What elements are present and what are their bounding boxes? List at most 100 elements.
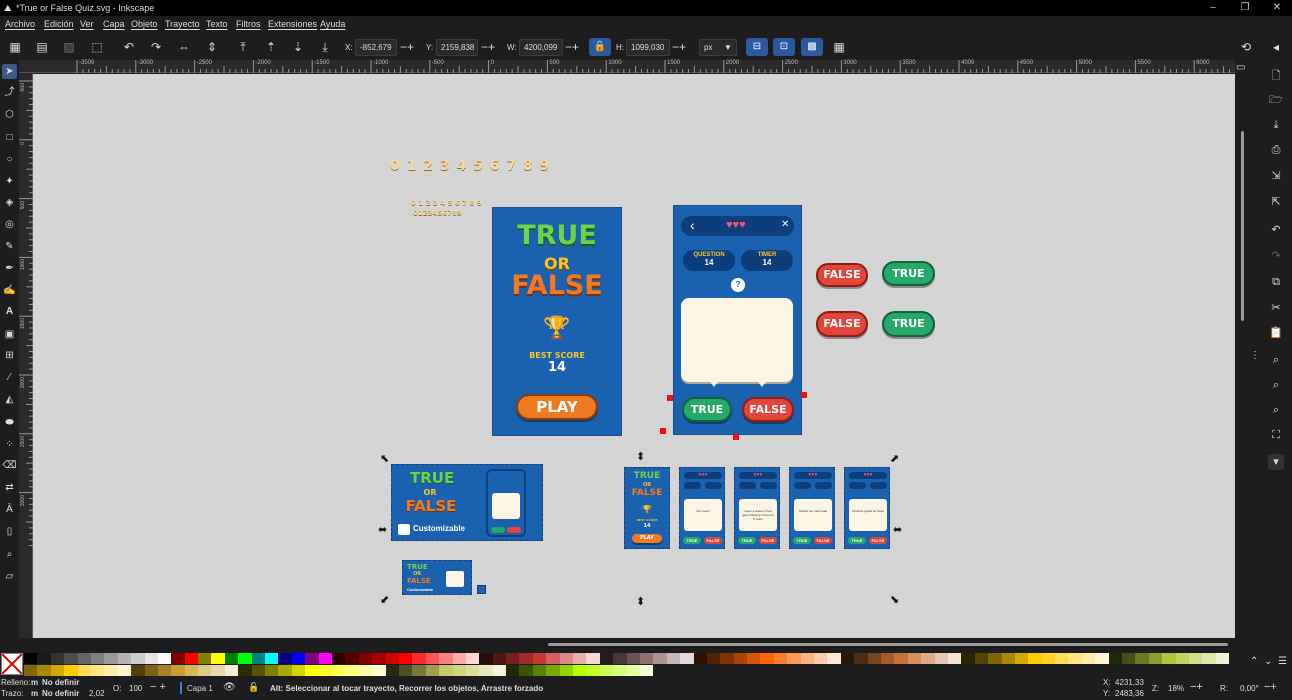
color-swatch[interactable] xyxy=(760,653,774,664)
color-swatch[interactable] xyxy=(934,653,948,664)
color-swatch[interactable] xyxy=(506,653,520,664)
color-swatch[interactable] xyxy=(961,653,975,664)
title-screen-artboard[interactable]: TRUE OR FALSE 🏆 BEST SCORE 14 PLAY xyxy=(492,207,622,436)
color-swatch[interactable] xyxy=(157,665,172,676)
color-swatch[interactable] xyxy=(573,653,587,664)
color-swatch[interactable] xyxy=(171,653,185,664)
color-swatch[interactable] xyxy=(1028,653,1042,664)
color-swatch[interactable] xyxy=(251,665,266,676)
scale-handle-se[interactable]: ⬊ xyxy=(890,593,899,606)
thumb-title[interactable]: TRUE OR FALSE 🏆 BEST SCORE 14 PLAY xyxy=(624,467,670,549)
color-swatch[interactable] xyxy=(947,653,962,664)
color-swatch[interactable] xyxy=(37,665,51,676)
color-swatch[interactable] xyxy=(171,665,185,676)
color-swatch[interactable] xyxy=(733,653,748,664)
more-commands-icon[interactable]: ▾ xyxy=(1268,454,1284,470)
color-swatch[interactable] xyxy=(24,665,38,676)
color-swatch[interactable] xyxy=(104,665,118,676)
lock-ratio-icon[interactable]: 🔒 xyxy=(589,38,611,56)
scale-handle-s[interactable]: ⬍ xyxy=(636,595,645,608)
stroke-value[interactable]: No definir xyxy=(42,689,79,698)
spray-tool-icon[interactable]: ⁘ xyxy=(2,437,17,452)
cut-icon[interactable]: ✂ xyxy=(1268,300,1284,316)
color-swatch[interactable] xyxy=(1175,653,1189,664)
flip-vertical-icon[interactable]: ⇕ xyxy=(203,38,221,56)
color-swatch[interactable] xyxy=(117,665,132,676)
color-swatch[interactable] xyxy=(1001,653,1015,664)
color-swatch[interactable] xyxy=(974,653,989,664)
color-swatch[interactable] xyxy=(720,653,734,664)
color-swatch[interactable] xyxy=(559,665,574,676)
color-swatch[interactable] xyxy=(506,665,520,676)
menu-texto[interactable]: Texto xyxy=(206,19,228,29)
color-swatch[interactable] xyxy=(238,653,252,664)
zoom-fit-icon[interactable]: ⛶ xyxy=(1268,427,1284,443)
maximize-icon[interactable]: ❐ xyxy=(1230,0,1260,16)
color-swatch[interactable] xyxy=(184,665,199,676)
palette-menu-icon[interactable]: ⌄ xyxy=(1264,656,1272,667)
dock-grip-icon[interactable]: ⋮ xyxy=(1250,350,1260,361)
zoom-tool-icon[interactable]: ⌕ xyxy=(2,547,17,562)
color-swatch[interactable] xyxy=(1108,653,1123,664)
digits-large[interactable]: 0 1 2 3 4 5 6 7 8 9 xyxy=(390,158,550,174)
color-swatch[interactable] xyxy=(331,665,346,676)
color-swatch[interactable] xyxy=(305,653,319,664)
select-all-layers-icon[interactable]: ▤ xyxy=(33,38,51,56)
color-swatch[interactable] xyxy=(238,665,252,676)
rectangle-tool-icon[interactable]: □ xyxy=(2,130,17,145)
new-document-icon[interactable]: 🗋 xyxy=(1268,68,1284,84)
color-swatch[interactable] xyxy=(492,653,507,664)
color-swatch[interactable] xyxy=(131,665,145,676)
color-swatch[interactable] xyxy=(613,653,627,664)
false-button-1[interactable]: FALSE xyxy=(816,263,868,287)
color-swatch[interactable] xyxy=(492,665,507,676)
digits-small-2[interactable]: 0123456789 xyxy=(413,209,462,217)
h-stepper[interactable]: −+ xyxy=(672,39,686,55)
color-swatch[interactable] xyxy=(398,665,413,676)
color-swatch[interactable] xyxy=(144,665,158,676)
touch-select-icon[interactable]: ⬚ xyxy=(88,38,106,56)
color-swatch[interactable] xyxy=(385,665,399,676)
eraser-tool-icon[interactable]: ⌫ xyxy=(2,458,17,473)
color-swatch[interactable] xyxy=(854,653,868,664)
minimize-icon[interactable]: ‒ xyxy=(1198,0,1228,16)
pages-tool-icon[interactable]: ▯ xyxy=(2,524,17,539)
lower-icon[interactable]: ⇣ xyxy=(289,38,307,56)
color-swatch[interactable] xyxy=(653,653,667,664)
scale-handle-n[interactable]: ⬍ xyxy=(636,450,645,463)
color-swatch[interactable] xyxy=(773,653,788,664)
color-swatch[interactable] xyxy=(465,653,480,664)
print-icon[interactable]: ⎙ xyxy=(1268,142,1284,158)
undo-icon[interactable]: ↶ xyxy=(1268,222,1284,238)
paste-icon[interactable]: 📋 xyxy=(1268,325,1284,341)
lower-to-bottom-icon[interactable]: ⤓ xyxy=(316,38,334,56)
false-button-2[interactable]: FALSE xyxy=(816,311,868,337)
color-swatch[interactable] xyxy=(546,653,560,664)
color-swatch[interactable] xyxy=(921,653,935,664)
color-swatch[interactable] xyxy=(278,665,292,676)
copy-icon[interactable]: ⧉ xyxy=(1268,274,1284,290)
layer-lock-icon[interactable]: 🔓 xyxy=(248,682,259,693)
color-swatch[interactable] xyxy=(265,665,279,676)
color-swatch[interactable] xyxy=(532,653,547,664)
shapebuilder-tool-icon[interactable]: ⬡ xyxy=(2,107,17,122)
true-button-1[interactable]: TRUE xyxy=(882,261,935,286)
color-swatch[interactable] xyxy=(90,653,105,664)
color-swatch[interactable] xyxy=(37,653,51,664)
select-all-icon[interactable]: ▦ xyxy=(6,38,24,56)
selector-tool-icon[interactable]: ➤ xyxy=(2,64,17,79)
menu-filtros[interactable]: Filtros xyxy=(236,19,261,29)
color-swatch[interactable] xyxy=(599,665,614,676)
no-paint-swatch[interactable] xyxy=(1,653,23,675)
close-icon[interactable]: ✕ xyxy=(781,219,789,230)
color-swatch[interactable] xyxy=(372,653,386,664)
thumb-quiz-4[interactable]: ♥♥♥ Octopus grows an heart TRUE FALSE xyxy=(844,467,890,549)
color-swatch[interactable] xyxy=(479,665,493,676)
color-swatch[interactable] xyxy=(1215,653,1230,664)
color-swatch[interactable] xyxy=(840,653,855,664)
color-swatch[interactable] xyxy=(64,653,78,664)
color-swatch[interactable] xyxy=(827,653,841,664)
color-swatch[interactable] xyxy=(104,653,118,664)
color-swatch[interactable] xyxy=(184,653,199,664)
y-input[interactable]: 2159,838 xyxy=(436,39,478,56)
